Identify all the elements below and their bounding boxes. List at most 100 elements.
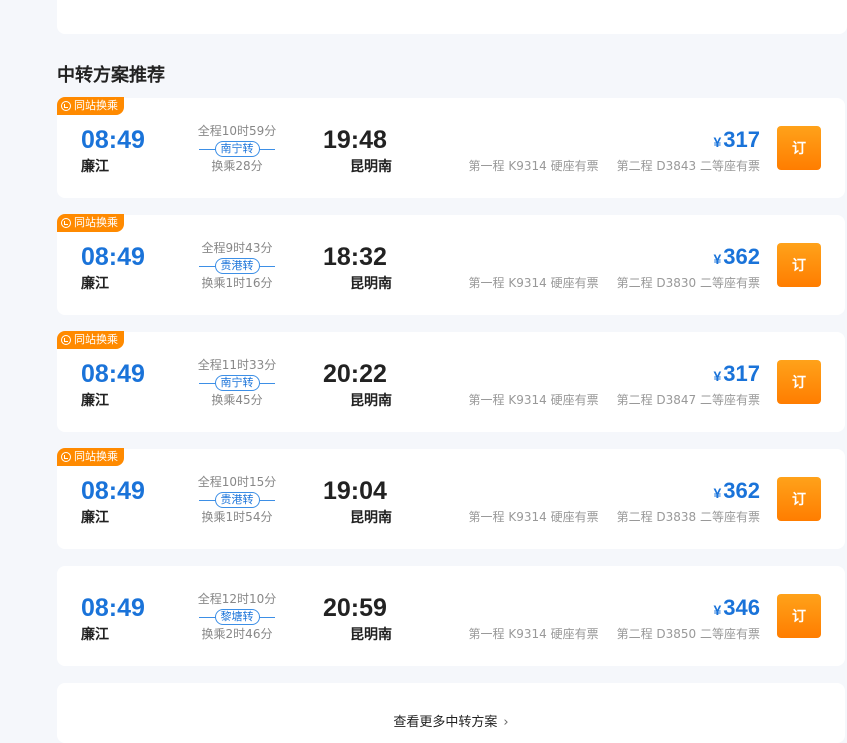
transfer-info: 全程10时15分 贵港转 换乘1时54分	[187, 474, 287, 526]
arrival-station: 昆明南	[350, 510, 392, 526]
first-leg: 第一程 K9314 硬座有票	[468, 510, 599, 524]
book-button[interactable]: 订	[777, 243, 821, 287]
book-button[interactable]: 订	[777, 477, 821, 521]
same-station-tag: 同站换乘	[57, 97, 124, 115]
departure-time: 08:49	[81, 594, 145, 622]
arrival-station: 昆明南	[350, 393, 392, 409]
arrival-time: 18:32	[323, 243, 387, 271]
transfer-line: 南宁转	[187, 374, 287, 392]
price: ¥346	[713, 595, 760, 621]
currency-symbol: ¥	[713, 485, 722, 501]
transfer-wait: 换乘1时16分	[201, 276, 273, 290]
currency-symbol: ¥	[713, 602, 722, 618]
price: ¥362	[713, 244, 760, 270]
departure-station: 廉江	[81, 159, 109, 175]
transfer-info: 全程10时59分 南宁转 换乘28分	[187, 123, 287, 175]
same-station-tag: 同站换乘	[57, 331, 124, 349]
chevron-right-icon: ›	[503, 715, 509, 730]
price: ¥317	[713, 127, 760, 153]
more-label: 查看更多中转方案	[393, 715, 498, 730]
second-leg: 第二程 D3830 二等座有票	[616, 276, 760, 290]
total-duration: 全程12时10分	[197, 592, 277, 606]
first-leg: 第一程 K9314 硬座有票	[468, 627, 599, 641]
price-value: 346	[723, 595, 760, 620]
transfer-station: 贵港转	[214, 258, 260, 274]
same-station-tag: 同站换乘	[57, 214, 124, 232]
same-station-tag: 同站换乘	[57, 448, 124, 466]
transfer-station: 南宁转	[214, 375, 260, 391]
second-leg: 第二程 D3850 二等座有票	[616, 627, 760, 641]
book-button[interactable]: 订	[777, 126, 821, 170]
second-leg: 第二程 D3847 二等座有票	[616, 393, 760, 407]
currency-symbol: ¥	[713, 368, 722, 384]
total-duration: 全程9时43分	[201, 241, 273, 255]
more-transfer-link[interactable]: 查看更多中转方案 ›	[57, 711, 845, 730]
section-title: 中转方案推荐	[57, 65, 165, 86]
leg-summary: 第一程 K9314 硬座有票 第二程 D3830 二等座有票	[469, 274, 760, 291]
transfer-info: 全程9时43分 贵港转 换乘1时16分	[187, 240, 287, 292]
transfer-circle-icon	[61, 101, 71, 111]
total-duration: 全程11时33分	[197, 358, 277, 372]
price-value: 362	[723, 478, 760, 503]
route-card[interactable]: 同站换乘 08:49 廉江 全程10时59分 南宁转 换乘28分 19:48 昆…	[57, 97, 845, 198]
arrival-station: 昆明南	[350, 159, 392, 175]
arrival-time: 19:04	[323, 477, 387, 505]
departure-time: 08:49	[81, 360, 145, 388]
transfer-info: 全程11时33分 南宁转 换乘45分	[187, 357, 287, 409]
total-duration: 全程10时15分	[197, 475, 277, 489]
price-value: 362	[723, 244, 760, 269]
first-leg: 第一程 K9314 硬座有票	[468, 276, 599, 290]
transfer-line: 贵港转	[187, 491, 287, 509]
transfer-circle-icon	[61, 335, 71, 345]
departure-station: 廉江	[81, 393, 109, 409]
leg-summary: 第一程 K9314 硬座有票 第二程 D3850 二等座有票	[469, 625, 760, 642]
route-card[interactable]: 同站换乘 08:49 廉江 全程9时43分 贵港转 换乘1时16分 18:32 …	[57, 214, 845, 315]
arrival-time: 20:22	[323, 360, 387, 388]
currency-symbol: ¥	[713, 134, 722, 150]
route-card[interactable]: 同站换乘 08:49 廉江 全程10时15分 贵港转 换乘1时54分 19:04…	[57, 448, 845, 549]
transfer-line: 黎塘转	[187, 608, 287, 626]
book-button[interactable]: 订	[777, 360, 821, 404]
arrival-time: 19:48	[323, 126, 387, 154]
departure-time: 08:49	[81, 477, 145, 505]
transfer-circle-icon	[61, 218, 71, 228]
departure-time: 08:49	[81, 243, 145, 271]
previous-card	[57, 0, 847, 34]
book-button[interactable]: 订	[777, 594, 821, 638]
transfer-info: 全程12时10分 黎塘转 换乘2时46分	[187, 591, 287, 643]
transfer-wait: 换乘28分	[211, 159, 263, 173]
price: ¥362	[713, 478, 760, 504]
second-leg: 第二程 D3843 二等座有票	[616, 159, 760, 173]
route-card[interactable]: 08:49 廉江 全程12时10分 黎塘转 换乘2时46分 20:59 昆明南 …	[57, 566, 845, 666]
departure-station: 廉江	[81, 510, 109, 526]
leg-summary: 第一程 K9314 硬座有票 第二程 D3838 二等座有票	[469, 508, 760, 525]
transfer-wait: 换乘45分	[211, 393, 263, 407]
leg-summary: 第一程 K9314 硬座有票 第二程 D3843 二等座有票	[469, 157, 760, 174]
transfer-station: 黎塘转	[214, 609, 260, 625]
tag-label: 同站换乘	[74, 450, 118, 463]
total-duration: 全程10时59分	[197, 124, 277, 138]
price-value: 317	[723, 127, 760, 152]
tag-label: 同站换乘	[74, 216, 118, 229]
route-card[interactable]: 同站换乘 08:49 廉江 全程11时33分 南宁转 换乘45分 20:22 昆…	[57, 331, 845, 432]
second-leg: 第二程 D3838 二等座有票	[616, 510, 760, 524]
arrival-station: 昆明南	[350, 627, 392, 643]
transfer-line: 贵港转	[187, 257, 287, 275]
tag-label: 同站换乘	[74, 99, 118, 112]
transfer-line: 南宁转	[187, 140, 287, 158]
departure-station: 廉江	[81, 276, 109, 292]
arrival-station: 昆明南	[350, 276, 392, 292]
transfer-station: 贵港转	[214, 492, 260, 508]
departure-time: 08:49	[81, 126, 145, 154]
leg-summary: 第一程 K9314 硬座有票 第二程 D3847 二等座有票	[469, 391, 760, 408]
transfer-wait: 换乘1时54分	[201, 510, 273, 524]
first-leg: 第一程 K9314 硬座有票	[468, 393, 599, 407]
first-leg: 第一程 K9314 硬座有票	[468, 159, 599, 173]
more-card: 查看更多中转方案 ›	[57, 683, 845, 743]
price-value: 317	[723, 361, 760, 386]
arrival-time: 20:59	[323, 594, 387, 622]
transfer-station: 南宁转	[214, 141, 260, 157]
currency-symbol: ¥	[713, 251, 722, 267]
price: ¥317	[713, 361, 760, 387]
transfer-wait: 换乘2时46分	[201, 627, 273, 641]
